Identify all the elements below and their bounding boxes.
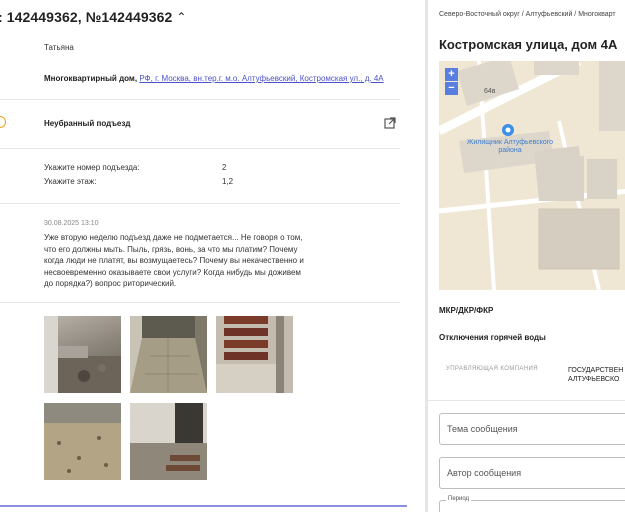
comment-date: 30.08.2025 13:10	[44, 220, 99, 227]
divider	[0, 99, 400, 100]
period-label: Период	[446, 496, 472, 502]
floor-value: 1,2	[222, 177, 234, 186]
photo-image	[44, 316, 121, 393]
chevron-up-icon[interactable]: ⌃	[176, 10, 186, 24]
entrance-value: 2	[222, 163, 227, 172]
mkr-label: МКР/ДКР/ФКР	[439, 306, 494, 315]
map-tiles	[439, 61, 625, 290]
map-poi-label[interactable]: Жилищник Алтуфьевского района	[460, 139, 560, 155]
photo-thumbnail[interactable]	[44, 316, 121, 393]
divider	[428, 400, 625, 401]
appeal-panel: : 142449362, №142449362 ⌃ Татьяна Многокв…	[0, 0, 420, 512]
photo-image	[130, 403, 207, 480]
hot-water-label[interactable]: Отключения горячей воды	[439, 333, 546, 342]
object-title: Костромская улица, дом 4А	[439, 37, 618, 52]
photo-thumbnail[interactable]	[216, 316, 293, 393]
map-building-number: 64в	[484, 88, 496, 95]
divider	[0, 148, 400, 149]
photo-thumbnail[interactable]	[44, 403, 121, 480]
subject-field[interactable]: Тема сообщения	[439, 413, 625, 445]
object-panel: Северо-Восточный округ / Алтуфьевский / …	[428, 0, 625, 512]
comment-text: Уже вторую неделю подъезд даже не подмет…	[44, 233, 304, 288]
entrance-label: Укажите номер подъезда:	[44, 163, 140, 172]
map-zoom-out-button[interactable]: −	[445, 82, 458, 95]
photo-image	[216, 316, 293, 393]
photo-thumbnail[interactable]	[130, 403, 207, 480]
photo-image	[44, 403, 121, 480]
address-link[interactable]: РФ, г. Москва, вн.тер.г. м.о. Алтуфьевск…	[139, 74, 383, 83]
table-value-uk: ГОСУДАРСТВЕН АЛТУФЬЕВСКО	[568, 366, 623, 384]
subject-placeholder: Тема сообщения	[447, 424, 518, 434]
object-address: Многоквартирный дом, РФ, г. Москва, вн.т…	[44, 74, 384, 83]
appeal-title[interactable]: : 142449362, №142449362 ⌃	[0, 9, 187, 25]
breadcrumb[interactable]: Северо-Восточный округ / Алтуфьевский / …	[439, 11, 616, 18]
appeal-category: Неубранный подъезд	[44, 119, 131, 128]
table-value-line: ГОСУДАРСТВЕН	[568, 367, 624, 374]
floor-label: Укажите этаж:	[44, 177, 97, 186]
author-placeholder: Автор сообщения	[447, 468, 522, 478]
table-header-uk: УПРАВЛЯЮЩАЯ КОМПАНИЯ	[446, 366, 539, 372]
map[interactable]: + − 64в Жилищник Алтуфьевского района	[439, 61, 625, 290]
map-zoom-in-button[interactable]: +	[445, 68, 458, 81]
appeal-title-text: : 142449362, №142449362	[0, 9, 173, 25]
divider	[0, 302, 400, 303]
table-value-line: АЛТУФЬЕВСКО	[568, 376, 620, 383]
open-external-icon[interactable]	[384, 117, 396, 129]
object-type: Многоквартирный дом,	[44, 74, 138, 83]
divider	[0, 203, 400, 204]
active-tab-underline	[0, 505, 407, 507]
author-field[interactable]: Автор сообщения	[439, 457, 625, 489]
photo-image	[130, 316, 207, 393]
status-indicator-icon	[0, 116, 6, 128]
photo-thumbnail[interactable]	[130, 316, 207, 393]
author-name: Татьяна	[44, 43, 74, 52]
